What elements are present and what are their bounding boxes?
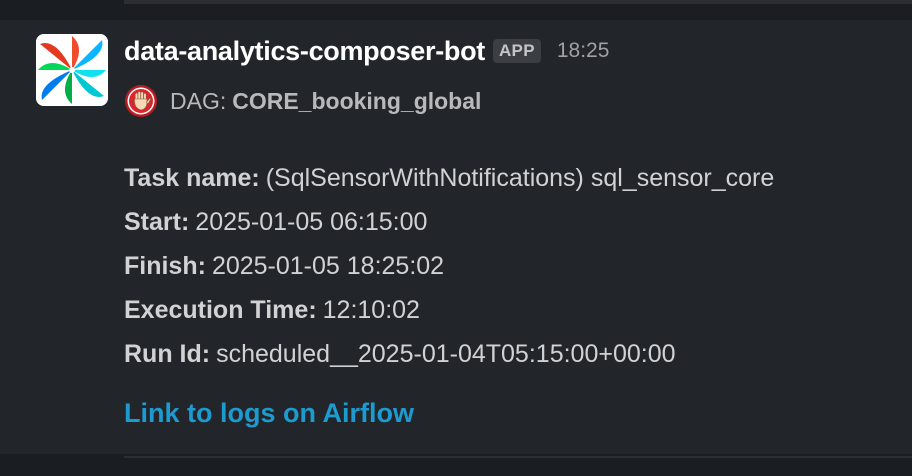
dag-prefix: DAG: bbox=[170, 87, 227, 114]
detail-value: 2025-01-05 06:15:00 bbox=[195, 208, 428, 236]
detail-task-name: Task name: (SqlSensorWithNotifications) s… bbox=[124, 156, 904, 200]
message-row[interactable]: data-analytics-composer-bot APP 18:25 DA… bbox=[0, 20, 912, 454]
sender-name[interactable]: data-analytics-composer-bot bbox=[124, 36, 485, 67]
detail-label: Finish: bbox=[124, 252, 206, 280]
top-divider bbox=[124, 0, 912, 4]
detail-run-id: Run Id: scheduled__2025-01-04T05:15:00+00… bbox=[124, 332, 904, 376]
detail-label: Execution Time: bbox=[124, 296, 317, 324]
airflow-logo-icon bbox=[36, 34, 108, 106]
slack-channel-view: data-analytics-composer-bot APP 18:25 DA… bbox=[0, 0, 912, 476]
bottom-divider bbox=[124, 456, 912, 458]
detail-execution-time: Execution Time: 12:10:02 bbox=[124, 288, 904, 332]
detail-label: Run Id: bbox=[124, 340, 211, 368]
message-header: data-analytics-composer-bot APP 18:25 bbox=[124, 34, 609, 68]
raised-hand-stop-icon bbox=[125, 85, 157, 117]
detail-label: Task name: bbox=[124, 164, 260, 192]
detail-value: (SqlSensorWithNotifications) sql_sensor_… bbox=[265, 164, 775, 192]
detail-start: Start: 2025-01-05 06:15:00 bbox=[124, 200, 904, 244]
airflow-logs-link[interactable]: Link to logs on Airflow bbox=[124, 398, 414, 429]
detail-label: Start: bbox=[124, 208, 190, 236]
dag-line: DAG: CORE_booking_global bbox=[124, 84, 481, 118]
bot-avatar[interactable] bbox=[36, 34, 108, 106]
detail-value: scheduled__2025-01-04T05:15:00+00:00 bbox=[216, 340, 676, 368]
detail-value: 2025-01-05 18:25:02 bbox=[211, 252, 445, 280]
task-details: Task name: (SqlSensorWithNotifications) s… bbox=[124, 156, 904, 376]
message-timestamp[interactable]: 18:25 bbox=[557, 39, 610, 63]
detail-value: 12:10:02 bbox=[322, 296, 420, 324]
app-badge: APP bbox=[492, 39, 541, 63]
dag-name: CORE_booking_global bbox=[232, 87, 482, 114]
detail-finish: Finish: 2025-01-05 18:25:02 bbox=[124, 244, 904, 288]
